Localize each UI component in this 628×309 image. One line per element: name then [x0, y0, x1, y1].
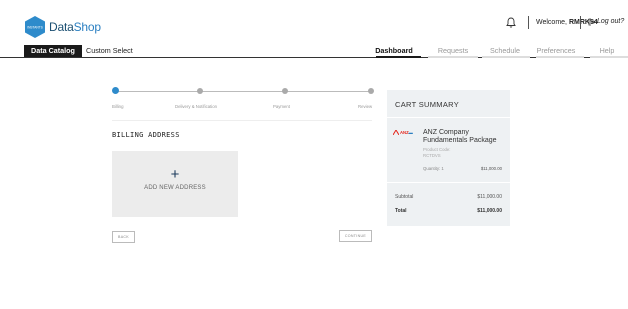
continue-button[interactable]: CONTINUE [339, 230, 372, 242]
logo-hexagon-icon[interactable]: INSTANTS [25, 16, 45, 38]
logout-link[interactable]: Log out? [597, 18, 624, 25]
logout-icon[interactable] [588, 18, 596, 26]
back-button[interactable]: BACK [112, 231, 135, 243]
step-dot-review[interactable] [368, 88, 374, 94]
step-label-delivery: Delivery & Notification [175, 104, 218, 109]
anz-logo: ANZ▬ [392, 129, 413, 136]
divider [112, 120, 372, 121]
notification-bell-icon[interactable] [506, 17, 516, 28]
tab-data-catalog[interactable]: Data Catalog [24, 45, 82, 57]
product-quantity: Quantity: 1 [423, 166, 444, 171]
header-divider [528, 16, 529, 29]
step-label-review: Review [358, 104, 373, 109]
tab-custom-select[interactable]: Custom Select [86, 45, 133, 57]
product-code: Product Code: RCTDVS [423, 147, 451, 158]
add-address-label: ADD NEW ADDRESS [144, 185, 206, 191]
billing-address-heading: BILLING ADDRESS [112, 131, 180, 139]
progress-track [115, 91, 372, 92]
step-dot-payment[interactable] [282, 88, 288, 94]
add-address-card[interactable]: + ADD NEW ADDRESS [112, 151, 238, 217]
plus-icon: + [170, 166, 180, 183]
step-dot-billing[interactable] [112, 87, 119, 94]
product-name: ANZ Company Fundamentals Package [423, 129, 497, 144]
step-label-billing: Billing [112, 104, 124, 109]
step-label-payment: Payment [273, 104, 290, 109]
cart-summary-heading: CART SUMMARY [395, 100, 460, 109]
divider [387, 182, 510, 183]
subtotal-row: Subtotal $11,000.00 [395, 194, 502, 200]
header-divider [580, 16, 581, 29]
total-row: Total $11,000.00 [395, 208, 502, 214]
cart-summary-panel: CART SUMMARY ANZ▬ ANZ Company Fundamenta… [387, 90, 510, 226]
subtotal-value: $11,000.00 [477, 194, 502, 200]
total-label: Total [395, 208, 407, 214]
product-line-price: $11,000.00 [480, 166, 502, 171]
app-logo-text[interactable]: DataShop [49, 20, 101, 34]
step-dot-delivery[interactable] [197, 88, 203, 94]
total-value: $11,000.00 [477, 208, 502, 214]
subtotal-label: Subtotal [395, 194, 414, 200]
svg-text:INSTANTS: INSTANTS [27, 26, 43, 30]
divider [387, 117, 510, 118]
main-content [0, 58, 628, 309]
anz-logo-icon [392, 129, 400, 136]
